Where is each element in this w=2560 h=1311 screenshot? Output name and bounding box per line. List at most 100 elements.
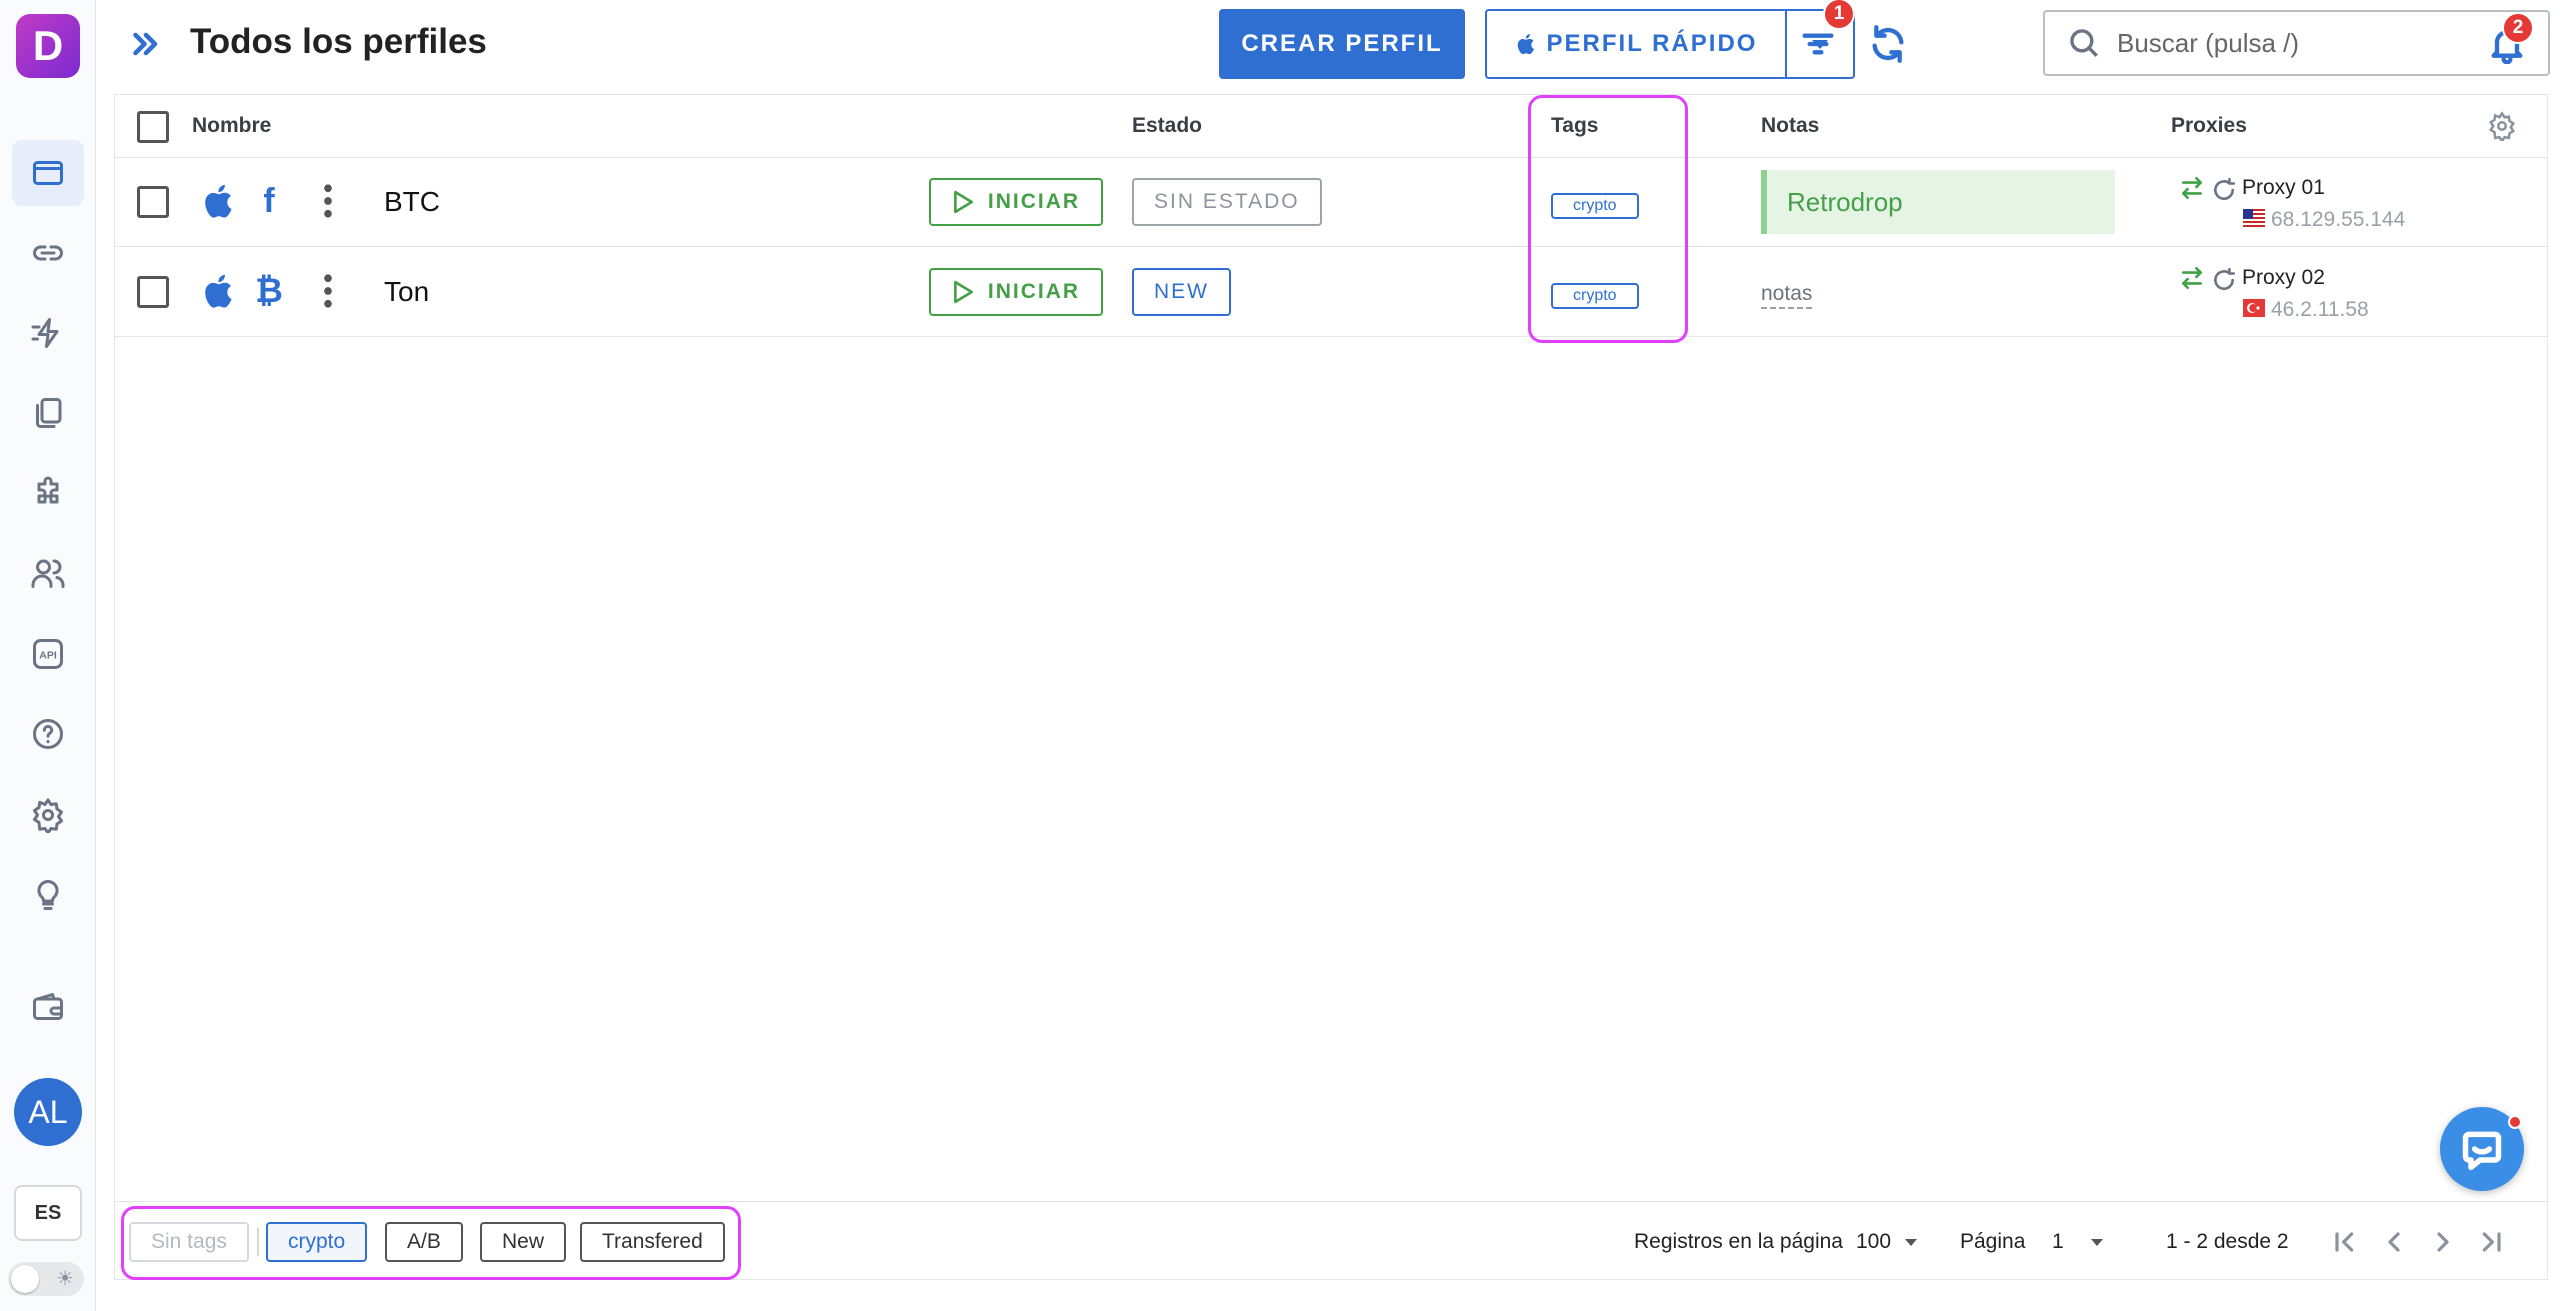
sidebar-item-tips[interactable] (12, 862, 84, 928)
more-vertical-icon (324, 274, 332, 308)
note-text[interactable]: Retrodrop (1761, 170, 2115, 234)
row-menu-button[interactable] (308, 181, 348, 221)
note-placeholder[interactable]: notas (1761, 282, 1813, 309)
tag-filter-crypto[interactable]: crypto (266, 1222, 368, 1262)
language-label: ES (34, 1201, 62, 1224)
notifications-badge: 2 (2502, 12, 2534, 44)
support-chat-button[interactable] (2440, 1107, 2524, 1191)
page-select[interactable]: 1 (2052, 1230, 2064, 1254)
svg-text:API: API (39, 650, 57, 662)
row-checkbox[interactable] (137, 276, 169, 308)
wallet-icon (33, 993, 63, 1020)
start-profile-button[interactable]: INICIAR (929, 268, 1103, 316)
help-icon (33, 719, 63, 749)
api-icon: API (33, 639, 63, 669)
sidebar-item-settings[interactable] (12, 782, 84, 848)
search-box (2043, 10, 2550, 76)
proxy-ip: 68.129.55.144 (2271, 208, 2406, 231)
profiles-table: Nombre Estado Tags Notas Proxies f BTC I… (114, 94, 2548, 1280)
first-page-button[interactable] (2329, 1226, 2361, 1258)
expand-sidebar-icon[interactable] (128, 26, 164, 62)
sidebar-item-help[interactable] (12, 701, 84, 767)
rows-per-page-label: Registros en la página (1634, 1230, 1843, 1253)
filter-divider (257, 1228, 259, 1256)
start-profile-button[interactable]: INICIAR (929, 178, 1103, 226)
last-page-button[interactable] (2475, 1226, 2507, 1258)
gear-icon (2489, 111, 2515, 144)
proxy-name: Proxy 02 (2242, 266, 2325, 289)
proxy-refresh-icon[interactable] (2211, 177, 2237, 203)
table-footer: Sin tags crypto A/B New Transfered Regis… (115, 1201, 2547, 1281)
automation-icon (31, 318, 59, 348)
play-icon (953, 280, 973, 304)
table-row[interactable]: f BTC INICIAR SIN ESTADO crypto Retrodro… (115, 158, 2547, 247)
table-row[interactable]: ₿ Ton INICIAR NEW crypto notas Proxy 02 … (115, 248, 2547, 337)
sidebar-item-copy[interactable] (12, 380, 84, 446)
sidebar-item-wallet[interactable] (12, 975, 84, 1041)
chevron-right-icon (2437, 1232, 2449, 1252)
column-header-tags[interactable]: Tags (1551, 95, 1598, 157)
proxy-ip: 46.2.11.58 (2271, 298, 2369, 321)
row-checkbox[interactable] (137, 186, 169, 218)
row-menu-button[interactable] (308, 271, 348, 311)
language-switch[interactable]: ES (14, 1185, 82, 1241)
create-profile-button[interactable]: CREAR PERFIL (1219, 9, 1465, 79)
profiles-icon (33, 161, 63, 185)
select-all-checkbox[interactable] (137, 111, 169, 143)
tag-filter-no-tags[interactable]: Sin tags (129, 1222, 249, 1262)
search-icon (2070, 29, 2098, 57)
start-label: INICIAR (987, 280, 1081, 303)
avatar-initials: AL (28, 1093, 68, 1130)
status-badge[interactable]: NEW (1132, 268, 1231, 316)
tag-chip[interactable]: crypto (1551, 283, 1639, 309)
proxy-swap-icon[interactable] (2179, 175, 2205, 201)
search-input[interactable] (2117, 27, 2517, 59)
status-badge[interactable]: SIN ESTADO (1132, 178, 1322, 226)
quick-profile-button[interactable]: PERFIL RÁPIDO (1487, 11, 1785, 77)
page-label: Página (1960, 1230, 2026, 1253)
tag-filter-new[interactable]: New (480, 1222, 567, 1262)
rows-per-page-select[interactable]: 100 (1856, 1230, 1891, 1254)
previous-page-button[interactable] (2378, 1226, 2410, 1258)
settings-icon (33, 798, 63, 833)
theme-toggle[interactable]: ☀ (8, 1262, 84, 1296)
apple-icon (197, 271, 237, 311)
facebook-icon: f (249, 181, 289, 221)
sidebar-item-links[interactable] (12, 220, 84, 286)
sidebar: D API AL ES ☀ (0, 0, 96, 1311)
refresh-button[interactable] (1866, 22, 1910, 66)
chevron-down-icon[interactable] (2091, 1239, 2103, 1246)
column-header-name[interactable]: Nombre (192, 95, 271, 157)
tag-chip[interactable]: crypto (1551, 193, 1639, 219)
user-avatar[interactable]: AL (14, 1078, 82, 1146)
next-page-button[interactable] (2427, 1226, 2459, 1258)
proxy-refresh-icon[interactable] (2211, 267, 2237, 293)
chevron-down-icon[interactable] (1905, 1239, 1917, 1246)
sidebar-item-team[interactable] (12, 540, 84, 606)
sidebar-item-profiles[interactable] (12, 140, 84, 206)
tr-flag-icon (2243, 299, 2265, 317)
play-icon (953, 190, 973, 214)
lightbulb-icon (37, 879, 59, 910)
app-logo[interactable]: D (16, 14, 80, 78)
brand-glyph: f (263, 181, 275, 220)
sidebar-item-api[interactable]: API (12, 621, 84, 687)
extension-icon (37, 476, 59, 504)
profile-name[interactable]: BTC (384, 186, 440, 218)
column-header-status[interactable]: Estado (1132, 95, 1202, 157)
last-page-icon (2482, 1232, 2501, 1252)
column-settings-button[interactable] (2487, 111, 2517, 144)
bitcoin-icon: ₿ (249, 271, 289, 311)
profile-name[interactable]: Ton (384, 276, 429, 308)
sidebar-item-automation[interactable] (12, 300, 84, 366)
column-header-proxies[interactable]: Proxies (2171, 95, 2247, 157)
apple-icon (1517, 34, 1534, 55)
tag-filter-transfered[interactable]: Transfered (580, 1222, 725, 1262)
tag-filter-ab[interactable]: A/B (385, 1222, 463, 1262)
sidebar-item-extensions[interactable] (12, 460, 84, 526)
start-label: INICIAR (987, 190, 1081, 213)
proxy-swap-icon[interactable] (2179, 265, 2205, 291)
quick-profile-label: PERFIL RÁPIDO (1546, 30, 1758, 57)
more-vertical-icon (324, 184, 332, 218)
column-header-notes[interactable]: Notas (1761, 95, 1819, 157)
